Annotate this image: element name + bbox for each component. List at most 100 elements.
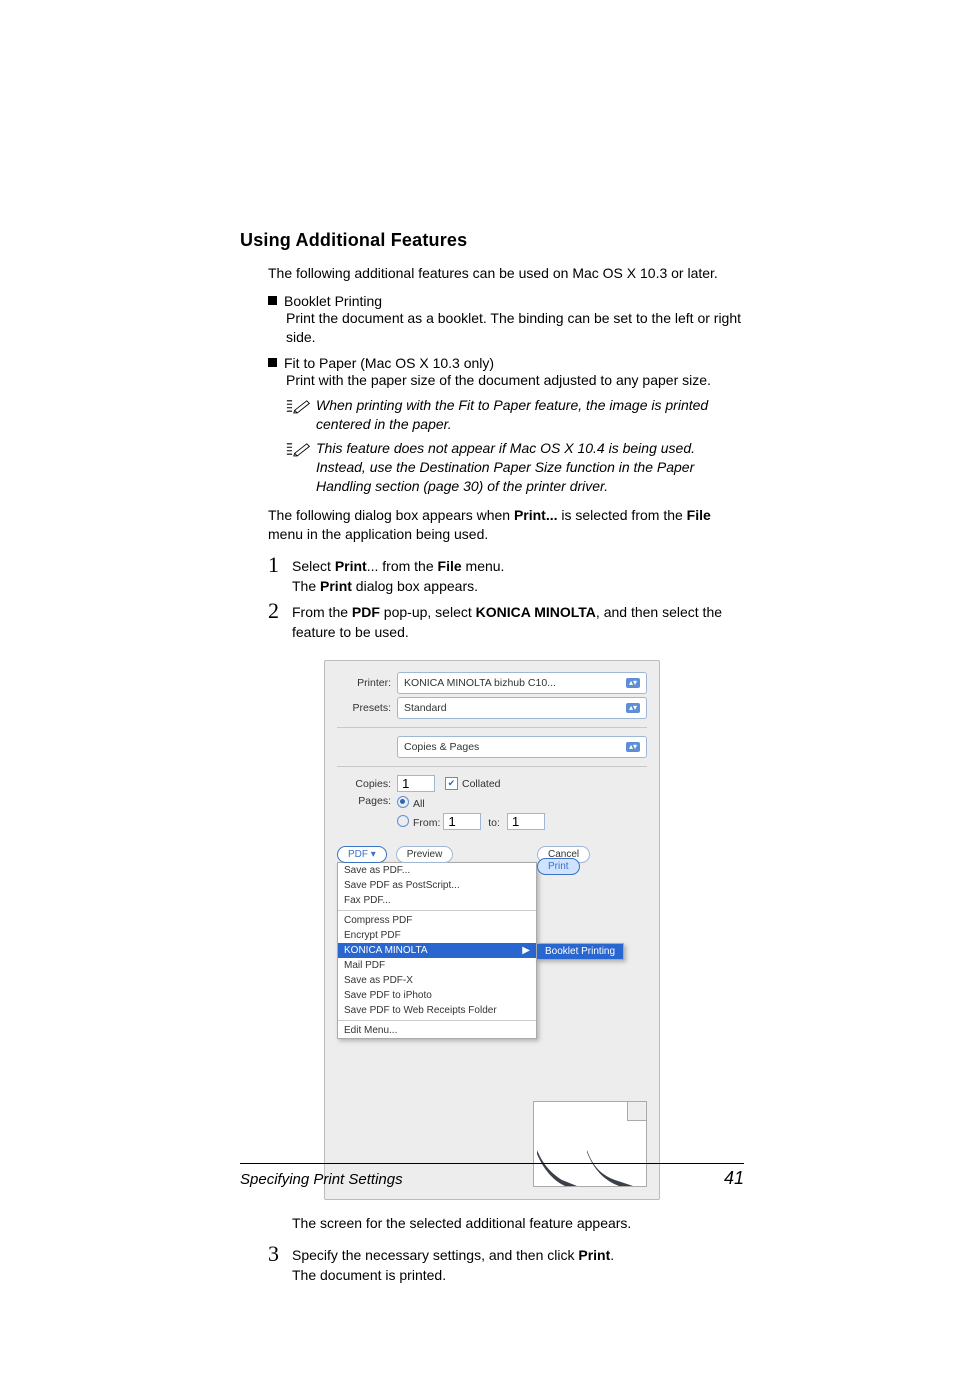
menu-item-konica-minolta[interactable]: KONICA MINOLTA ▶ [338,943,536,958]
bold-text: Print... [514,507,558,523]
bold-text: File [438,558,462,574]
menu-item[interactable]: Save PDF as PostScript... [338,878,536,893]
text: . [610,1247,614,1263]
pdf-popup-row: PDF ▾ Preview [337,848,537,860]
copies-input[interactable] [397,775,435,792]
note-text: This feature does not appear if Mac OS X… [316,439,744,496]
step-1: 1 Select Print... from the File menu. Th… [268,554,744,596]
to-label: to: [488,817,500,829]
text: is selected from the [558,507,687,523]
step-number: 1 [268,554,292,596]
chevron-updown-icon: ▴▾ [626,703,640,713]
step-body: Select Print... from the File menu. The … [292,554,744,596]
radio-on-icon [397,796,409,808]
section-heading: Using Additional Features [240,230,744,251]
dialog-intro-text: The following dialog box appears when Pr… [268,506,744,544]
bold-text: File [687,507,711,523]
chevron-updown-icon: ▴▾ [626,678,640,688]
copies-label: Copies: [337,778,397,790]
bold-text: Print [578,1247,610,1263]
footer-page-number: 41 [724,1168,744,1189]
to-input[interactable] [507,813,545,830]
bullet-square-icon [268,358,277,367]
step-body: From the PDF pop-up, select KONICA MINOL… [292,600,744,642]
print-button[interactable]: Print [537,858,580,875]
feature-desc: Print with the paper size of the documen… [286,371,744,390]
select-value: Copies & Pages [404,741,479,753]
print-dialog-screenshot: Printer: KONICA MINOLTA bizhub C10... ▴▾… [240,660,744,1200]
divider [337,727,647,728]
text: The following dialog box appears when [268,507,514,523]
text: menu. [462,558,505,574]
step-number: 2 [268,600,292,642]
menu-item[interactable]: Edit Menu... [338,1023,536,1038]
printer-select[interactable]: KONICA MINOLTA bizhub C10... ▴▾ [397,672,647,694]
bold-text: Print [320,578,352,594]
radio-off-icon[interactable] [397,815,409,827]
feature-title: Fit to Paper (Mac OS X 10.3 only) [284,355,494,371]
select-value: KONICA MINOLTA bizhub C10... [404,677,556,689]
bold-text: PDF [352,604,380,620]
printer-label: Printer: [337,677,397,689]
pdf-popup-button[interactable]: PDF ▾ [337,846,387,863]
step-intermission: The screen for the selected additional f… [292,1214,744,1233]
document-page: Using Additional Features The following … [0,0,954,1379]
note: When printing with the Fit to Paper feat… [286,396,744,434]
menu-label: KONICA MINOLTA [344,945,428,956]
text: ... from the [367,558,438,574]
collated-checkbox[interactable]: ✔ Collated [445,777,501,790]
chevron-updown-icon: ▴▾ [626,742,640,752]
bold-text: Print [335,558,367,574]
text: Select [292,558,335,574]
page-footer: Specifying Print Settings 41 [240,1163,744,1189]
feature-item-fit-to-paper: Fit to Paper (Mac OS X 10.3 only) Print … [268,355,744,496]
presets-select[interactable]: Standard ▴▾ [397,697,647,719]
submenu-item-booklet-printing[interactable]: Booklet Printing [537,944,623,959]
pages-all-radio[interactable]: All [397,795,545,810]
text: From the [292,604,352,620]
text: Specify the necessary settings, and then… [292,1247,578,1263]
pdf-menu: Save as PDF... Save PDF as PostScript...… [337,862,537,1039]
select-value: Standard [404,702,447,714]
presets-label: Presets: [337,702,397,714]
menu-item[interactable]: Encrypt PDF [338,928,536,943]
radio-label: All [413,798,425,810]
menu-item[interactable]: Fax PDF... [338,893,536,908]
menu-item[interactable]: Save PDF to Web Receipts Folder [338,1003,536,1018]
print-dialog: Printer: KONICA MINOLTA bizhub C10... ▴▾… [324,660,660,1200]
step-number: 3 [268,1243,292,1285]
steps-list: 1 Select Print... from the File menu. Th… [268,554,744,642]
text: pop-up, select [380,604,476,620]
bullet-square-icon [268,296,277,305]
from-input[interactable] [443,813,481,830]
divider [337,766,647,767]
menu-item[interactable]: Save PDF to iPhoto [338,988,536,1003]
pages-range-row: From: to: [397,813,545,830]
checkbox-check-icon: ✔ [445,777,458,790]
feature-desc: Print the document as a booklet. The bin… [286,309,744,347]
menu-item[interactable]: Mail PDF [338,958,536,973]
preview-button[interactable]: Preview [396,846,454,863]
feature-title: Booklet Printing [284,293,382,309]
submenu: Booklet Printing [536,943,624,960]
menu-separator [338,910,536,911]
feature-list: Booklet Printing Print the document as a… [268,293,744,496]
note: This feature does not appear if Mac OS X… [286,439,744,496]
step-body: Specify the necessary settings, and then… [292,1243,744,1285]
step-3: 3 Specify the necessary settings, and th… [268,1243,744,1285]
note-pen-icon [286,396,316,434]
feature-item-booklet: Booklet Printing Print the document as a… [268,293,744,347]
page-fold-icon [627,1102,646,1121]
pages-label: Pages: [337,795,397,807]
bold-text: KONICA MINOLTA [476,604,596,620]
menu-item[interactable]: Save as PDF-X [338,973,536,988]
menu-separator [338,1020,536,1021]
menu-item[interactable]: Save as PDF... [338,863,536,878]
note-text: When printing with the Fit to Paper feat… [316,396,744,434]
chevron-right-icon: ▶ [522,945,530,956]
text: dialog box appears. [352,578,478,594]
section-select[interactable]: Copies & Pages ▴▾ [397,736,647,758]
checkbox-label: Collated [462,778,501,790]
menu-item[interactable]: Compress PDF [338,913,536,928]
step-2: 2 From the PDF pop-up, select KONICA MIN… [268,600,744,642]
